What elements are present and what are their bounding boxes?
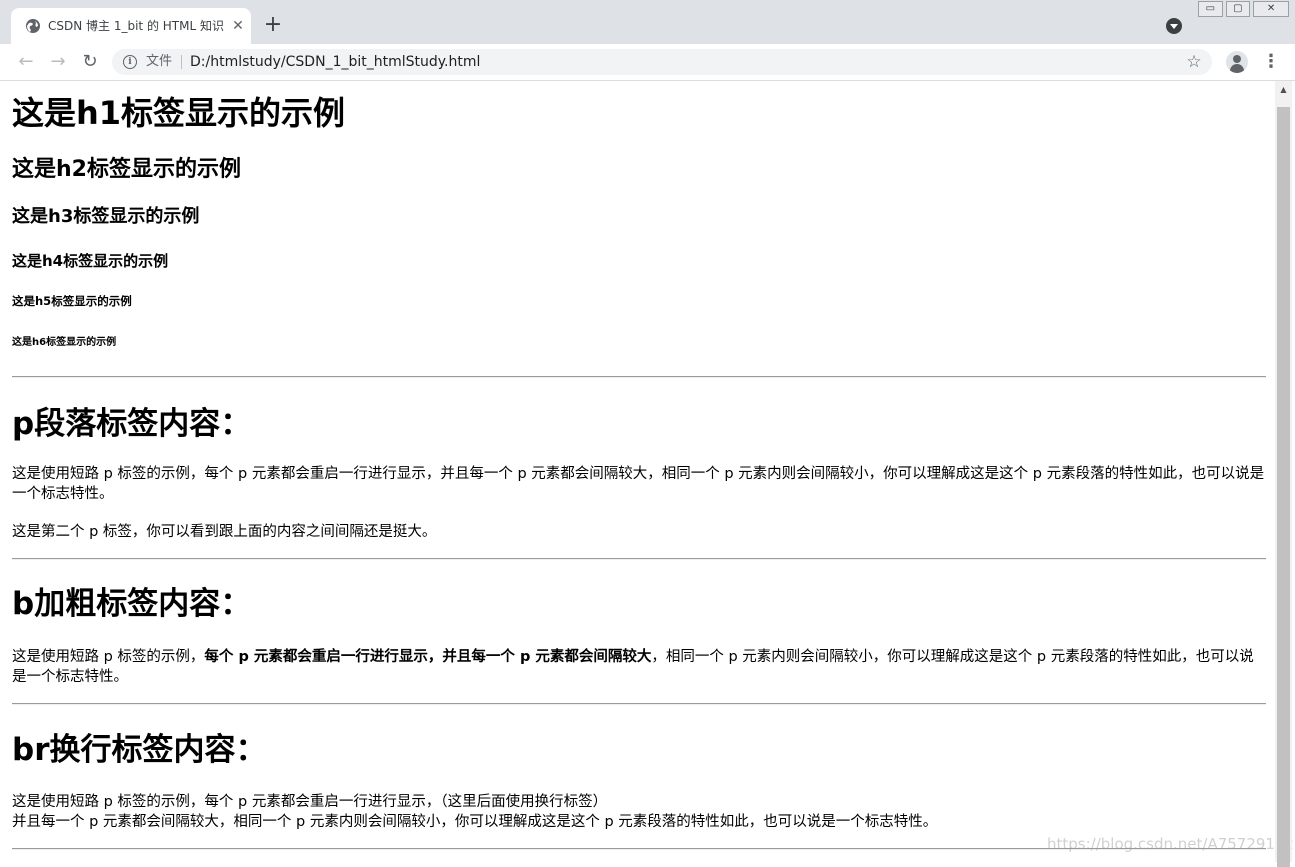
forward-arrow-icon[interactable]: →	[47, 51, 69, 73]
br-line-2: 并且每一个 p 元素都会间隔较大，相同一个 p 元素内则会间隔较小，你可以理解成…	[12, 814, 938, 830]
heading-h4: 这是h4标签显示的示例	[12, 252, 169, 270]
vertical-scrollbar[interactable]: ▲	[1275, 81, 1292, 867]
p-section-paragraph-2: 这是第二个 p 标签，你可以看到跟上面的内容之间间隔还是挺大。	[12, 524, 437, 540]
csdn-watermark: https://blog.csdn.net/A757291228	[1047, 835, 1295, 853]
br-line-1: 这是使用短路 p 标签的示例，每个 p 元素都会重启一行进行显示，（这里后面使用…	[12, 794, 608, 810]
scroll-up-arrow-icon[interactable]: ▲	[1275, 81, 1292, 98]
divider	[181, 55, 182, 69]
back-arrow-icon[interactable]: ←	[15, 51, 37, 73]
globe-icon	[26, 19, 40, 33]
close-window-button[interactable]: ✕	[1253, 1, 1290, 17]
p-section-paragraph-1: 这是使用短路 p 标签的示例，每个 p 元素都会重启一行进行显示，并且每一个 p…	[12, 466, 1265, 502]
profile-avatar-icon[interactable]	[1226, 51, 1248, 73]
maximize-button[interactable]: ▢	[1225, 1, 1251, 17]
p-section-title: p段落标签内容：	[12, 406, 252, 442]
menu-kebab-icon[interactable]: ⋮	[1262, 51, 1280, 73]
tab-title: CSDN 博主 1_bit 的 HTML 知识	[48, 19, 224, 33]
url-text[interactable]: D:/htmlstudy/CSDN_1_bit_htmlStudy.html	[190, 53, 480, 71]
heading-h2: 这是h2标签显示的示例	[12, 157, 241, 182]
new-tab-button[interactable]: +	[262, 14, 284, 36]
tab-strip: CSDN 博主 1_bit 的 HTML 知识 ✕ + ▭ ▢ ✕	[0, 0, 1295, 44]
heading-h5: 这是h5标签显示的示例	[12, 294, 132, 308]
bookmark-star-icon[interactable]: ☆	[1184, 52, 1204, 72]
info-icon[interactable]: i	[123, 55, 137, 69]
heading-h3: 这是h3标签显示的示例	[12, 206, 200, 227]
divider-hr	[12, 376, 1266, 378]
heading-h1: 这是h1标签显示的示例	[12, 94, 346, 132]
br-section-title: br换行标签内容：	[12, 732, 267, 768]
bold-text: 每个 p 元素都会重启一行进行显示，并且每一个 p 元素都会间隔较大	[204, 649, 652, 665]
b-section-text-before: 这是使用短路 p 标签的示例，	[12, 649, 205, 665]
scrollbar-thumb[interactable]	[1277, 107, 1290, 867]
heading-h6: 这是h6标签显示的示例	[12, 337, 117, 348]
window-controls: ▭ ▢ ✕	[1198, 1, 1292, 17]
divider-hr	[12, 703, 1266, 705]
b-section-paragraph: 这是使用短路 p 标签的示例，每个 p 元素都会重启一行进行显示，并且每一个 p…	[12, 647, 1266, 687]
divider-hr	[12, 558, 1266, 560]
minimize-button[interactable]: ▭	[1198, 1, 1223, 17]
file-label: 文件	[146, 54, 173, 69]
tab-search-icon[interactable]	[1166, 18, 1182, 34]
browser-tab[interactable]: CSDN 博主 1_bit 的 HTML 知识 ✕	[11, 8, 251, 44]
browser-toolbar: ← → ↻ i 文件 D:/htmlstudy/CSDN_1_bit_htmlS…	[0, 44, 1295, 81]
tab-close-icon[interactable]: ✕	[230, 18, 246, 34]
page-content: 这是h1标签显示的示例 这是h2标签显示的示例 这是h3标签显示的示例 这是h4…	[12, 81, 1266, 862]
b-section-title: b加粗标签内容：	[12, 586, 252, 622]
reload-icon[interactable]: ↻	[79, 51, 101, 73]
address-bar[interactable]: i 文件 D:/htmlstudy/CSDN_1_bit_htmlStudy.h…	[112, 49, 1212, 75]
br-section-paragraph: 这是使用短路 p 标签的示例，每个 p 元素都会重启一行进行显示，（这里后面使用…	[12, 792, 1266, 832]
